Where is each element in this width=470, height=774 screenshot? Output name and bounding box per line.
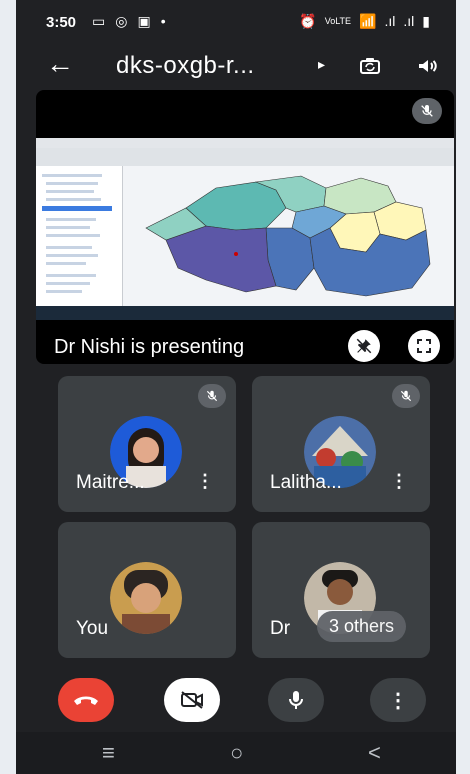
participant-name: Dr — [270, 618, 291, 639]
participant-tile-maitre[interactable]: Maitre... ⋮ — [58, 376, 236, 512]
end-call-button[interactable] — [58, 678, 114, 722]
more-options-icon[interactable]: ⋮ — [196, 471, 214, 492]
call-controls: ⋮ — [16, 672, 456, 732]
presentation-tile[interactable]: Dr Nishi is presenting — [36, 90, 454, 364]
shared-screen — [36, 138, 454, 320]
mic-off-icon — [392, 384, 420, 408]
status-left-icons: ▭ ◎ ▣ • — [92, 13, 166, 30]
presenter-caption: Dr Nishi is presenting — [54, 336, 245, 358]
mic-icon — [289, 691, 303, 709]
others-count-badge[interactable]: 3 others — [316, 611, 406, 642]
switch-camera-icon[interactable] — [358, 54, 382, 78]
participant-tile-lalitha[interactable]: Lalitha... ⋮ — [252, 376, 430, 512]
speaker-icon[interactable] — [416, 54, 440, 78]
layers-list-graphic — [42, 174, 112, 293]
recents-icon[interactable]: ≡ — [102, 740, 115, 766]
watershed-map — [145, 175, 431, 297]
screen-cast-icon: ▭ — [92, 13, 106, 29]
presenter-mic-off-icon — [412, 98, 442, 124]
microphone-button[interactable] — [268, 678, 324, 722]
shared-app-toolbar — [36, 148, 454, 166]
camera-off-icon — [181, 691, 203, 709]
participant-name: Maitre... — [76, 472, 145, 493]
wifi-icon: 📶 — [359, 13, 377, 29]
more-options-button[interactable]: ⋮ — [370, 678, 426, 722]
dot-icon: • — [160, 13, 166, 29]
shared-taskbar — [36, 306, 454, 320]
alarm-icon: ⏰ — [299, 13, 317, 29]
status-time: 3:50 — [46, 14, 77, 31]
signal-1-icon: .ıl — [384, 13, 396, 29]
participant-tile-others[interactable]: Dr 3 others — [252, 522, 430, 658]
back-icon[interactable]: < — [368, 740, 381, 766]
phone-screen: 3:50 ▭ ◎ ▣ • ⏰ VoLTE 📶 .ıl .ıl ▮ ← dks-o… — [16, 0, 456, 774]
battery-icon: ▮ — [422, 13, 430, 29]
back-arrow-icon[interactable]: ← — [46, 50, 74, 78]
meeting-code-title[interactable]: dks-oxgb-r... — [116, 52, 255, 80]
mic-off-icon — [198, 384, 226, 408]
app-bar: ← dks-oxgb-r... ▸ — [16, 44, 456, 88]
status-right-icons: ⏰ VoLTE 📶 .ıl .ıl ▮ — [299, 13, 430, 30]
fullscreen-icon — [417, 339, 431, 353]
fullscreen-button[interactable] — [408, 330, 440, 362]
message-icon: ▣ — [137, 13, 151, 29]
avatar — [110, 562, 182, 634]
whatsapp-icon: ◎ — [115, 13, 128, 29]
system-nav-bar: ≡ ○ < — [16, 732, 456, 774]
camera-toggle-button[interactable] — [164, 678, 220, 722]
shared-app-layers-panel — [36, 166, 123, 306]
hang-up-icon — [74, 696, 98, 705]
caret-right-icon[interactable]: ▸ — [318, 56, 325, 73]
home-icon[interactable]: ○ — [230, 740, 243, 766]
participant-name: You — [76, 618, 109, 639]
more-options-icon[interactable]: ⋮ — [390, 471, 408, 492]
volte-icon: VoLTE — [324, 16, 352, 26]
unpin-button[interactable] — [348, 330, 380, 362]
participant-tile-you[interactable]: You — [58, 522, 236, 658]
signal-2-icon: .ıl — [403, 13, 415, 29]
participant-name: Lalitha... — [270, 472, 342, 493]
status-bar: 3:50 ▭ ◎ ▣ • ⏰ VoLTE 📶 .ıl .ıl ▮ — [16, 0, 456, 44]
unpin-icon — [356, 338, 372, 354]
